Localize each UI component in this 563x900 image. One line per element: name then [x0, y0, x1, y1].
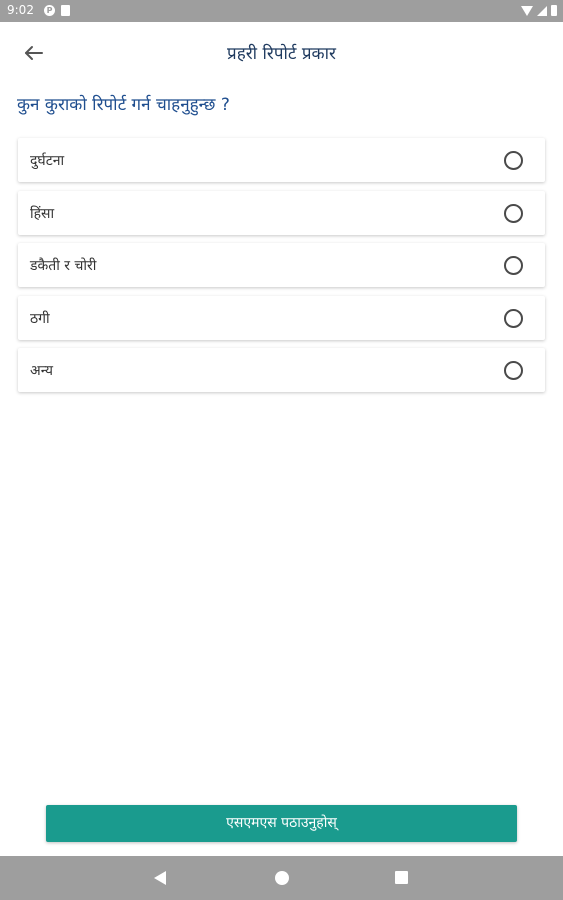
option-accident[interactable]: दुर्घटना	[18, 138, 545, 182]
option-label: अन्य	[30, 363, 53, 379]
nav-recents-icon[interactable]	[395, 871, 408, 884]
status-right-icons	[521, 5, 557, 16]
p-notification-icon: P	[44, 5, 55, 16]
radio-button[interactable]	[504, 256, 523, 275]
sd-card-icon	[61, 5, 70, 16]
report-type-options: दुर्घटना हिंसा डकैती र चोरी ठगी अन्य	[18, 138, 545, 401]
option-label: दुर्घटना	[30, 153, 65, 169]
radio-button[interactable]	[504, 151, 523, 170]
app-bar: प्रहरी रिपोर्ट प्रकार	[0, 22, 563, 82]
send-sms-button[interactable]: एसएमएस पठाउनुहोस्	[46, 805, 517, 842]
status-left-icons: P	[44, 5, 70, 16]
navigation-bar	[0, 856, 563, 900]
status-bar: 9:02 P	[0, 0, 563, 22]
status-time: 9:02	[7, 3, 34, 17]
radio-button[interactable]	[504, 308, 523, 328]
battery-icon	[551, 5, 557, 16]
option-label: डकैती र चोरी	[30, 258, 97, 274]
option-fraud[interactable]: ठगी	[18, 295, 545, 340]
option-other[interactable]: अन्य	[18, 348, 545, 392]
radio-button[interactable]	[504, 203, 523, 223]
option-robbery-theft[interactable]: डकैती र चोरी	[18, 243, 545, 287]
page-title: प्रहरी रिपोर्ट प्रकार	[227, 44, 336, 64]
radio-button[interactable]	[504, 361, 523, 380]
nav-back-icon[interactable]	[154, 871, 166, 885]
option-label: हिंसा	[30, 205, 55, 222]
nav-home-icon[interactable]	[275, 871, 289, 885]
signal-icon	[537, 5, 547, 16]
option-violence[interactable]: हिंसा	[18, 190, 545, 235]
question-heading: कुन कुराको रिपोर्ट गर्न चाहनुहुन्छ ?	[17, 95, 230, 115]
option-label: ठगी	[30, 310, 50, 327]
wifi-icon	[521, 5, 533, 16]
